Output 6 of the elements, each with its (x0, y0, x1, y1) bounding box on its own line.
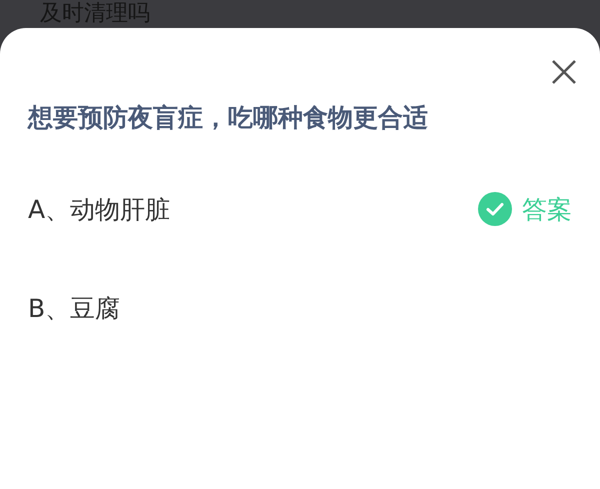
option-text[interactable]: B、豆腐 (28, 292, 120, 324)
answer-label: 答案 (522, 194, 572, 226)
option-text[interactable]: A、动物肝脏 (28, 192, 170, 226)
close-icon (551, 59, 577, 85)
question-text: 想要预防夜盲症，吃哪种食物更合适 (28, 102, 429, 134)
close-button[interactable] (550, 58, 578, 86)
